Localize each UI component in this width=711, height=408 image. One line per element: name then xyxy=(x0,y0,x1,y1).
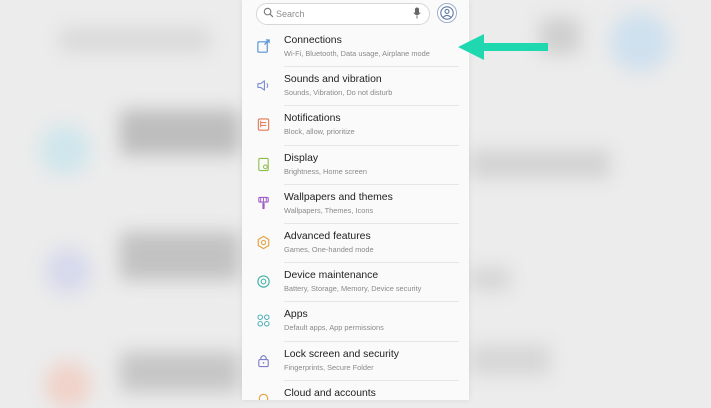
key-icon xyxy=(258,393,269,400)
item-subtitle: Block, allow, prioritize xyxy=(284,127,355,137)
speaker-icon xyxy=(257,80,269,91)
item-subtitle: Sounds, Vibration, Do not disturb xyxy=(284,88,393,98)
settings-item-maintenance[interactable]: Device maintenance Battery, Storage, Mem… xyxy=(242,263,469,303)
settings-list: Connections Wi-Fi, Bluetooth, Data usage… xyxy=(242,28,469,400)
settings-screen: Connections Wi-Fi, Bluetooth, Data usage… xyxy=(242,0,469,400)
item-subtitle: Wallpapers, Themes, Icons xyxy=(284,205,374,215)
item-title: Advanced features xyxy=(284,230,371,242)
settings-item-apps[interactable]: Apps Default apps, App permissions xyxy=(242,302,469,342)
connections-icon xyxy=(257,39,270,53)
item-title: Device maintenance xyxy=(284,270,379,282)
item-subtitle: Wi-Fi, Bluetooth, Data usage, Airplane m… xyxy=(284,49,430,58)
item-title: Cloud and accounts xyxy=(284,387,376,399)
gear-icon xyxy=(257,235,270,250)
maintenance-icon xyxy=(257,275,270,288)
item-title: Connections xyxy=(284,35,342,46)
paintbrush-icon xyxy=(258,196,269,209)
settings-item-display[interactable]: Display Brightness, Home screen xyxy=(242,146,469,185)
search-icon xyxy=(263,7,274,18)
microphone-icon[interactable] xyxy=(413,7,421,19)
item-subtitle: Games, One-handed mode xyxy=(284,244,374,254)
item-title: Wallpapers and themes xyxy=(284,191,393,203)
settings-item-advanced[interactable]: Advanced features Games, One-handed mode xyxy=(242,224,469,264)
apps-icon xyxy=(257,314,270,327)
item-subtitle: Fingerprints, Secure Folder xyxy=(284,362,374,372)
item-title: Apps xyxy=(284,309,308,321)
settings-item-connections[interactable]: Connections Wi-Fi, Bluetooth, Data usage… xyxy=(242,28,469,68)
lock-icon xyxy=(258,354,269,367)
item-subtitle: Battery, Storage, Memory, Device securit… xyxy=(284,284,422,294)
display-icon xyxy=(258,157,269,171)
profile-button[interactable] xyxy=(437,3,457,23)
search-input[interactable] xyxy=(276,6,396,21)
item-title: Display xyxy=(284,152,319,164)
notifications-icon xyxy=(257,118,270,132)
settings-item-cloud-accounts[interactable]: Cloud and accounts xyxy=(242,381,469,400)
item-title: Notifications xyxy=(284,113,341,125)
highlight-arrow-icon xyxy=(458,34,548,60)
settings-item-lock-screen[interactable]: Lock screen and security Fingerprints, S… xyxy=(242,342,469,381)
settings-item-wallpapers[interactable]: Wallpapers and themes Wallpapers, Themes… xyxy=(242,185,469,224)
settings-item-notifications[interactable]: Notifications Block, allow, prioritize xyxy=(242,106,469,146)
item-subtitle: Brightness, Home screen xyxy=(284,166,367,176)
item-title: Sounds and vibration xyxy=(284,74,382,86)
item-subtitle: Default apps, App permissions xyxy=(284,323,384,333)
account-icon xyxy=(440,6,454,20)
search-bar[interactable] xyxy=(256,3,430,25)
settings-item-sounds[interactable]: Sounds and vibration Sounds, Vibration, … xyxy=(242,67,469,107)
item-title: Lock screen and security xyxy=(284,348,399,360)
